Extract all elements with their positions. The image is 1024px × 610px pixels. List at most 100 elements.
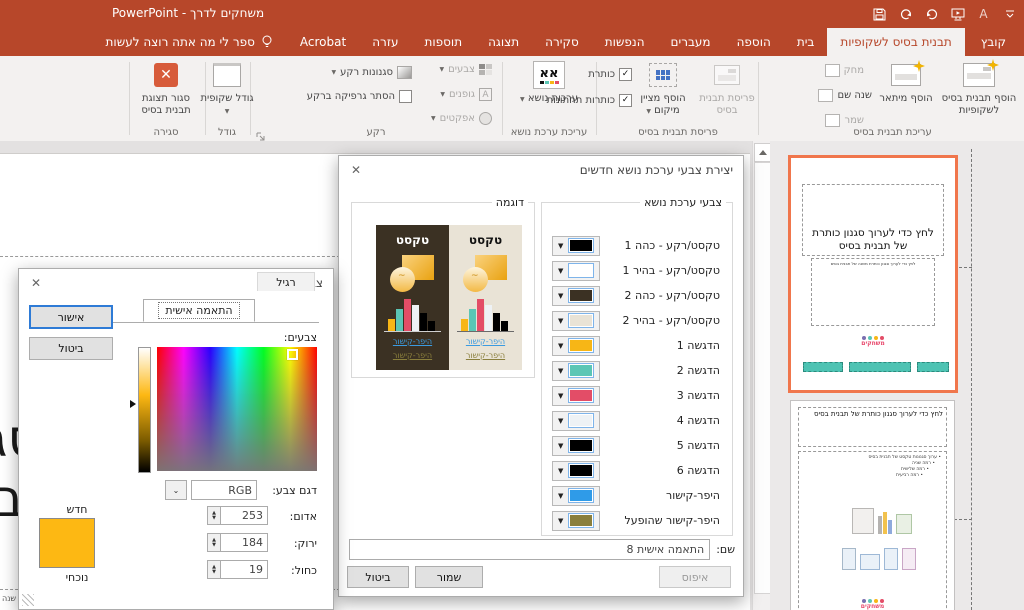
dialog-title-bar[interactable]: יצירת צבעי ערכת נושא חדשים ✕ bbox=[339, 156, 743, 184]
slide-layout-thumbnail[interactable]: לחץ כדי לערוך סגנון כותרת של תבנית בסיס … bbox=[790, 400, 955, 610]
save-button[interactable]: שמור bbox=[415, 566, 483, 588]
name-input[interactable]: התאמה אישית 8 bbox=[349, 539, 710, 560]
luminance-slider[interactable] bbox=[138, 347, 151, 473]
ribbon-tab-7[interactable]: תוספות bbox=[411, 28, 475, 56]
preserve-master-button[interactable]: שמר bbox=[825, 114, 864, 127]
blue-input[interactable]: 19 bbox=[220, 560, 268, 579]
ribbon-tab-2[interactable]: הוספה bbox=[724, 28, 784, 56]
slide-size-button[interactable]: גודל שקופית ▼ bbox=[198, 59, 256, 118]
quick-access-toolbar: A bbox=[871, 4, 1018, 24]
theme-colors-button[interactable]: צבעים▼ bbox=[440, 64, 492, 75]
ribbon-tab-1[interactable]: בית bbox=[784, 28, 828, 56]
chevron-down-icon: ▼ bbox=[558, 492, 563, 500]
hide-background-graphics-checkbox[interactable]: הסתר גרפיקה ברקע bbox=[307, 90, 412, 103]
red-input[interactable]: 253 bbox=[220, 506, 268, 525]
slide-master-thumbnail[interactable]: לחץ כדי לערוך סגנון כותרת של תבנית בסיס … bbox=[788, 155, 958, 393]
blue-spinner[interactable]: ▲▼ bbox=[207, 560, 221, 579]
undo-icon[interactable] bbox=[923, 6, 940, 23]
theme-color-row: הדגשה 4▼ bbox=[552, 408, 720, 433]
scrollbar-thumb[interactable] bbox=[754, 162, 771, 594]
gradient-crosshair[interactable] bbox=[287, 349, 298, 360]
color-swatch bbox=[568, 363, 594, 378]
preserve-slide-icon bbox=[825, 114, 840, 127]
thumb-title-placeholder: לחץ כדי לערוך סגנון כותרת של תבנית בסיס bbox=[802, 184, 944, 256]
color-gradient-field[interactable] bbox=[157, 347, 317, 471]
cancel-button[interactable]: ביטול bbox=[29, 337, 113, 360]
reset-button[interactable]: איפוס bbox=[659, 566, 731, 588]
save-icon[interactable] bbox=[871, 6, 888, 23]
ribbon-tab-5[interactable]: סקירה bbox=[532, 28, 592, 56]
delete-master-button[interactable]: מחק bbox=[825, 64, 864, 77]
thumbnail-scrollbar[interactable] bbox=[752, 141, 772, 610]
themes-button[interactable]: אא ערכות נושא ▼ bbox=[519, 59, 579, 106]
font-a-icon[interactable]: A bbox=[975, 6, 992, 23]
theme-color-dropdown-1[interactable]: ▼ bbox=[552, 261, 600, 281]
redo-icon[interactable] bbox=[897, 6, 914, 23]
sample-bar bbox=[485, 305, 492, 331]
blue-label: כחול: bbox=[291, 564, 317, 577]
resize-grip[interactable] bbox=[22, 594, 34, 606]
document-icon bbox=[896, 514, 912, 534]
close-master-view-button[interactable]: ✕ סגור תצוגת תבנית בסיס bbox=[132, 59, 200, 117]
theme-effects-button[interactable]: אפקטים▼ bbox=[431, 112, 492, 125]
rename-master-button[interactable]: שנה שם bbox=[818, 89, 872, 102]
theme-color-row: הדגשה 2▼ bbox=[552, 358, 720, 383]
sample-bar bbox=[412, 305, 419, 331]
master-layout-button[interactable]: פריסת תבנית בסיס bbox=[698, 59, 756, 117]
theme-color-dropdown-5[interactable]: ▼ bbox=[552, 361, 600, 381]
theme-color-dropdown-6[interactable]: ▼ bbox=[552, 386, 600, 406]
theme-color-dropdown-10[interactable]: ▼ bbox=[552, 486, 600, 506]
palette-icon bbox=[479, 64, 492, 75]
dialog-launcher-icon[interactable] bbox=[256, 127, 266, 137]
ribbon-tab-6[interactable]: תצוגה bbox=[475, 28, 532, 56]
title-checkbox[interactable]: ✓כותרת bbox=[588, 68, 632, 81]
layout-connector-line bbox=[971, 149, 972, 610]
green-input[interactable]: 184 bbox=[220, 533, 268, 552]
insert-placeholder-button[interactable]: הוסף מציין מיקום ▼ bbox=[632, 59, 694, 118]
theme-color-row: הדגשה 3▼ bbox=[552, 383, 720, 408]
theme-color-dropdown-4[interactable]: ▼ bbox=[552, 336, 600, 356]
tab-custom[interactable]: התאמה אישית bbox=[143, 299, 255, 322]
chevron-down-icon: ▼ bbox=[558, 517, 563, 525]
luminance-arrow-icon[interactable] bbox=[130, 400, 136, 408]
color-swatch bbox=[568, 513, 594, 528]
close-icon[interactable]: ✕ bbox=[347, 161, 365, 179]
background-styles-button[interactable]: סגנונות רקע▼ bbox=[332, 66, 412, 79]
current-label: נוכחי bbox=[49, 571, 105, 584]
theme-fonts-button[interactable]: A גופנים▼ bbox=[440, 88, 492, 101]
color-model-select[interactable]: RGB bbox=[191, 480, 257, 500]
ribbon-tab-8[interactable]: עזרה bbox=[359, 28, 411, 56]
thumb-bullet-line: • רמה רביעית bbox=[804, 473, 941, 478]
theme-color-dropdown-0[interactable]: ▼ bbox=[552, 236, 600, 256]
theme-color-dropdown-7[interactable]: ▼ bbox=[552, 411, 600, 431]
close-icon[interactable]: ✕ bbox=[27, 274, 45, 292]
checkbox-checked-icon: ✓ bbox=[619, 68, 632, 81]
theme-color-dropdown-3[interactable]: ▼ bbox=[552, 311, 600, 331]
theme-color-dropdown-2[interactable]: ▼ bbox=[552, 286, 600, 306]
scroll-up-button[interactable] bbox=[754, 143, 771, 162]
red-spinner[interactable]: ▲▼ bbox=[207, 506, 221, 525]
insert-layout-button[interactable]: הוסף מיתאר bbox=[878, 59, 934, 105]
tab-standard[interactable]: רגיל bbox=[257, 272, 315, 291]
customize-qat-icon[interactable] bbox=[1001, 6, 1018, 23]
theme-color-dropdown-8[interactable]: ▼ bbox=[552, 436, 600, 456]
ribbon-tab-9[interactable]: Acrobat bbox=[287, 28, 359, 56]
color-model-dropdown-button[interactable]: ⌄ bbox=[165, 480, 187, 500]
ribbon-tab-3[interactable]: מעברים bbox=[658, 28, 724, 56]
tab-file[interactable]: קובץ bbox=[965, 28, 1022, 56]
theme-color-dropdown-9[interactable]: ▼ bbox=[552, 461, 600, 481]
theme-color-dropdown-11[interactable]: ▼ bbox=[552, 511, 600, 531]
green-spinner[interactable]: ▲▼ bbox=[207, 533, 221, 552]
ribbon-tab-0[interactable]: תבנית בסיס לשקופיות bbox=[827, 28, 964, 56]
phone-icon bbox=[884, 548, 898, 570]
colors-label: צבעים: bbox=[284, 331, 317, 344]
themes-icon: אא bbox=[533, 61, 565, 89]
cancel-button[interactable]: ביטול bbox=[347, 566, 409, 588]
ok-button[interactable]: אישור bbox=[29, 305, 113, 329]
ribbon-tab-4[interactable]: הנפשות bbox=[592, 28, 658, 56]
calendar-icon bbox=[852, 508, 874, 534]
insert-slide-master-button[interactable]: הוסף תבנית בסיס לשקופיות bbox=[938, 59, 1020, 117]
tell-me-box[interactable]: ספר לי מה אתה רוצה לעשות bbox=[92, 28, 287, 56]
start-slideshow-icon[interactable] bbox=[949, 6, 966, 23]
theme-color-label: היפר-קישור שהופעל bbox=[625, 514, 720, 527]
